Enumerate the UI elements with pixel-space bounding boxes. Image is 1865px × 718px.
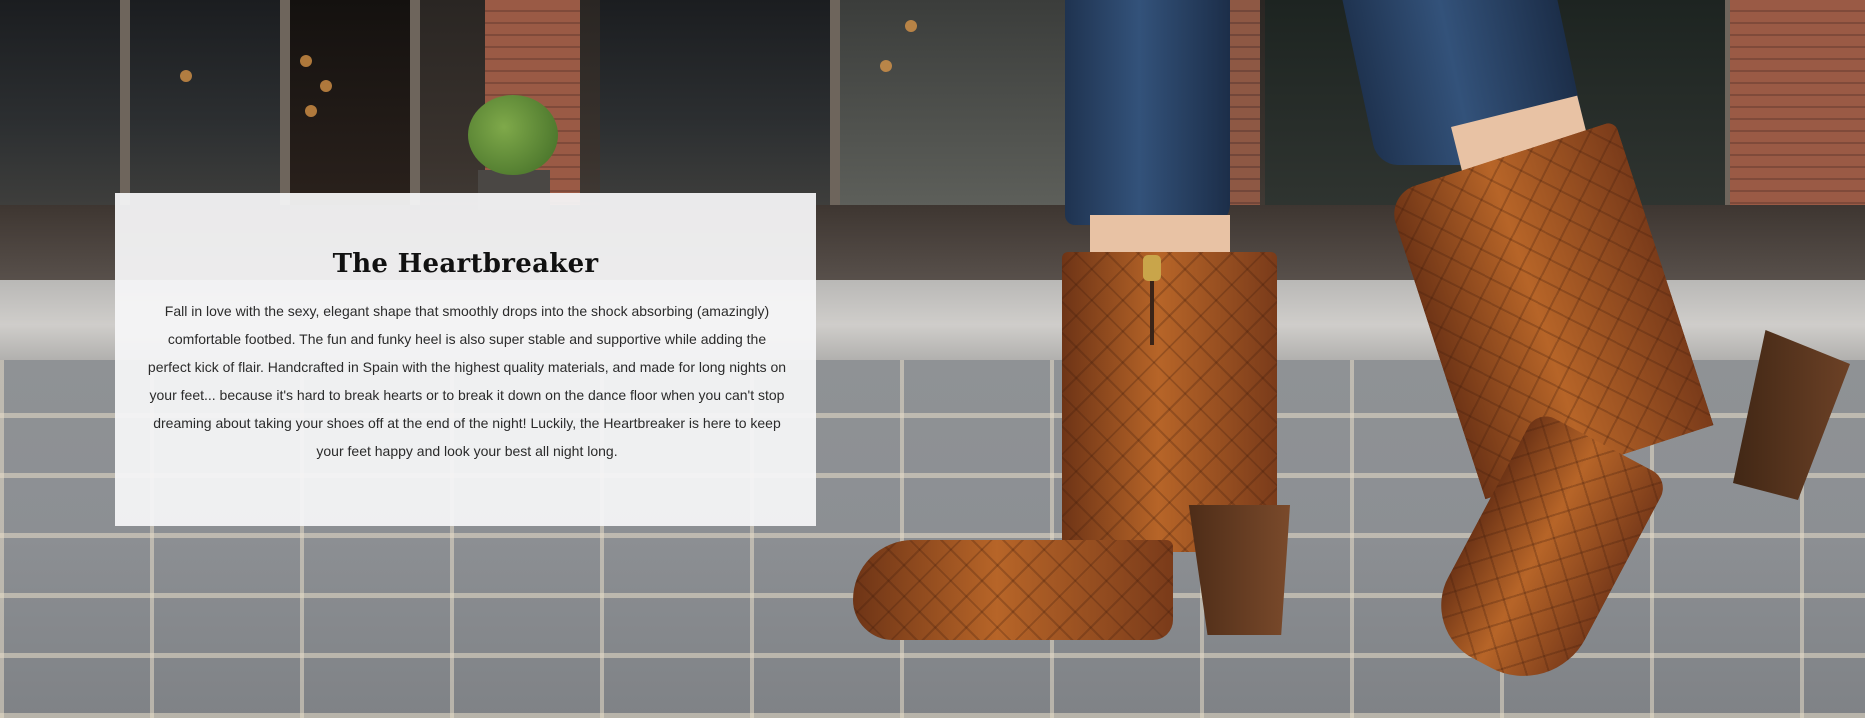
bokeh-light (305, 105, 317, 117)
zipper-pull-icon (1143, 255, 1161, 281)
shop-window (600, 0, 840, 205)
shop-window (130, 0, 290, 205)
product-description: Fall in love with the sexy, elegant shap… (147, 303, 787, 459)
bokeh-light (180, 70, 192, 82)
shop-window (840, 0, 1080, 205)
bokeh-light (320, 80, 332, 92)
bokeh-light (905, 20, 917, 32)
hero-banner: The Heartbreaker Fall in love with the s… (0, 0, 1865, 718)
product-title: The Heartbreaker (332, 249, 599, 279)
topiary-shrub (468, 95, 558, 175)
bokeh-light (880, 60, 892, 72)
jeans-left-leg (1065, 0, 1230, 225)
product-description-card: The Heartbreaker Fall in love with the s… (115, 193, 816, 526)
shop-window (290, 0, 420, 205)
bokeh-light (300, 55, 312, 67)
left-boot-foot (853, 540, 1173, 640)
shop-window (0, 0, 130, 205)
